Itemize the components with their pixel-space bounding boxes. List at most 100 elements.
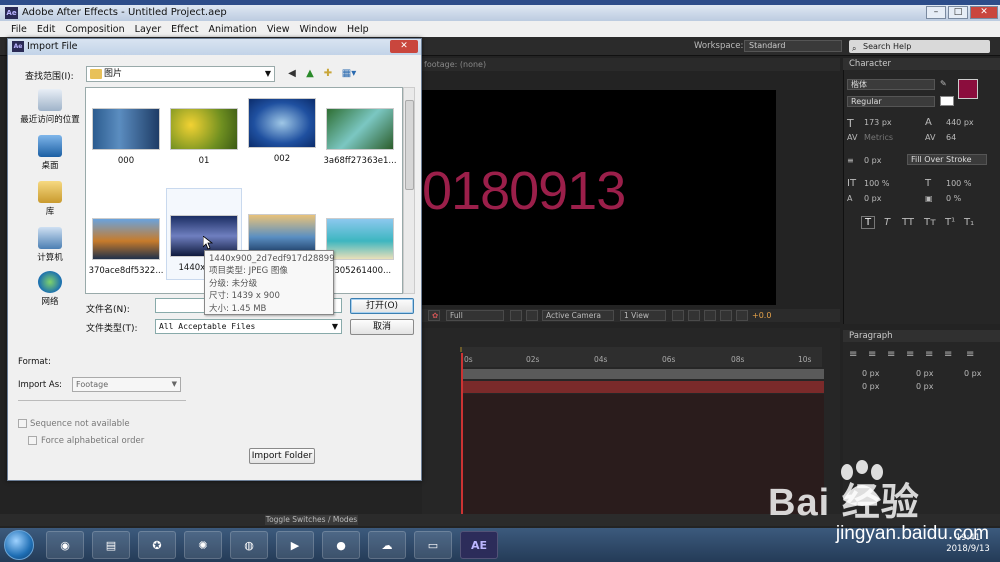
taskbar-wechat-icon[interactable]: ☁ bbox=[368, 531, 406, 559]
start-button[interactable] bbox=[4, 530, 34, 560]
taskbar-record-icon[interactable]: ● bbox=[322, 531, 360, 559]
align-left-icon[interactable]: ≡ bbox=[849, 349, 857, 360]
file-type-select[interactable]: All Acceptable Files ▼ bbox=[155, 319, 342, 334]
horizontal-scale-value[interactable]: 100 % bbox=[946, 179, 971, 188]
maximize-button[interactable]: □ bbox=[948, 6, 968, 19]
file-tile-002[interactable]: 002 bbox=[244, 98, 320, 164]
align-right-icon[interactable]: ≡ bbox=[887, 349, 895, 360]
file-tile-01[interactable]: 01 bbox=[166, 108, 242, 166]
reset-exposure-icon[interactable] bbox=[688, 310, 700, 321]
file-tile-370ace[interactable]: 370ace8df5322... bbox=[88, 218, 164, 276]
taskbar-qq-icon[interactable]: ✪ bbox=[138, 531, 176, 559]
menu-composition[interactable]: Composition bbox=[60, 24, 129, 35]
justify-right-icon[interactable]: ≡ bbox=[944, 349, 952, 360]
justify-left-icon[interactable]: ≡ bbox=[906, 349, 914, 360]
place-desktop[interactable]: 桌面 bbox=[16, 135, 84, 171]
leading-value[interactable]: 440 px bbox=[946, 118, 974, 127]
timeline-track[interactable] bbox=[462, 369, 824, 379]
menu-edit[interactable]: Edit bbox=[32, 24, 60, 35]
scrollbar-thumb[interactable] bbox=[405, 100, 414, 190]
import-as-select[interactable]: Footage ▼ bbox=[72, 377, 181, 392]
search-help-field[interactable]: ⌕ Search Help bbox=[849, 40, 990, 53]
file-tile-3a68ff[interactable]: 3a68ff27363e1... bbox=[322, 108, 398, 166]
menu-view[interactable]: View bbox=[262, 24, 295, 35]
camera-select[interactable]: Active Camera bbox=[542, 310, 614, 321]
menu-window[interactable]: Window bbox=[294, 24, 341, 35]
timeline-ruler[interactable] bbox=[462, 347, 822, 367]
fill-color-swatch[interactable] bbox=[958, 79, 978, 99]
fast-preview-icon[interactable] bbox=[704, 310, 716, 321]
taskbar-explorer-icon[interactable]: ▤ bbox=[92, 531, 130, 559]
baseline-shift-value[interactable]: 0 px bbox=[864, 194, 881, 203]
faux-italic-button[interactable]: T bbox=[884, 217, 890, 228]
tracking-value[interactable]: 64 bbox=[946, 133, 956, 142]
menu-animation[interactable]: Animation bbox=[204, 24, 262, 35]
menu-effect[interactable]: Effect bbox=[166, 24, 203, 35]
superscript-button[interactable]: T¹ bbox=[945, 217, 955, 228]
taskbar-video-editor-icon[interactable]: ▶ bbox=[276, 531, 314, 559]
up-folder-icon[interactable]: ▲ bbox=[303, 67, 317, 81]
indent-right-value[interactable]: 0 px bbox=[916, 369, 933, 378]
white-swatch[interactable] bbox=[940, 96, 954, 106]
timeline-icon[interactable] bbox=[720, 310, 732, 321]
taskbar-firefox-icon[interactable]: ◍ bbox=[230, 531, 268, 559]
align-center-icon[interactable]: ≡ bbox=[868, 349, 876, 360]
timeline-layer-bar[interactable] bbox=[462, 381, 824, 393]
file-list-scrollbar[interactable] bbox=[403, 87, 415, 294]
color-icon[interactable]: ✿ bbox=[428, 310, 440, 321]
view-menu-icon[interactable]: ▦▾ bbox=[339, 67, 359, 81]
taskbar-browser360-icon[interactable]: ◉ bbox=[46, 531, 84, 559]
indent-first-value[interactable]: 0 px bbox=[964, 369, 981, 378]
composition-viewer[interactable]: 0180913 bbox=[422, 90, 776, 305]
view-layout-select[interactable]: 1 View bbox=[620, 310, 666, 321]
workspace-select[interactable]: Standard bbox=[744, 40, 842, 52]
subscript-button[interactable]: T₁ bbox=[964, 217, 974, 228]
eyedropper-icon[interactable]: ✎ bbox=[940, 79, 947, 88]
dialog-close-button[interactable]: ✕ bbox=[390, 40, 418, 53]
open-button[interactable]: 打开(O) bbox=[350, 298, 414, 314]
space-before-value[interactable]: 0 px bbox=[862, 382, 879, 391]
menu-file[interactable]: File bbox=[6, 24, 32, 35]
kerning-value[interactable]: Metrics bbox=[864, 133, 893, 142]
file-tile-000[interactable]: 000 bbox=[88, 108, 164, 166]
place-network[interactable]: 网络 bbox=[16, 271, 84, 307]
toggle-switches-modes-button[interactable]: Toggle Switches / Modes bbox=[265, 515, 358, 525]
justify-center-icon[interactable]: ≡ bbox=[925, 349, 933, 360]
menu-help[interactable]: Help bbox=[342, 24, 374, 35]
toggle-pixel-icon[interactable] bbox=[672, 310, 684, 321]
back-icon[interactable]: ◀ bbox=[285, 67, 299, 81]
flowchart-icon[interactable] bbox=[736, 310, 748, 321]
region-icon[interactable] bbox=[510, 310, 522, 321]
cancel-button[interactable]: 取消 bbox=[350, 319, 414, 335]
minimize-button[interactable]: – bbox=[926, 6, 946, 19]
tsume-value[interactable]: 0 % bbox=[946, 194, 961, 203]
vertical-scale-value[interactable]: 100 % bbox=[864, 179, 889, 188]
all-caps-button[interactable]: TT bbox=[902, 217, 914, 228]
taskbar-after-effects-button[interactable]: AE bbox=[460, 531, 498, 559]
stroke-mode-select[interactable]: Fill Over Stroke bbox=[907, 154, 987, 165]
menu-layer[interactable]: Layer bbox=[130, 24, 167, 35]
small-caps-button[interactable]: Tт bbox=[924, 217, 936, 228]
faux-bold-button[interactable]: T bbox=[861, 216, 875, 229]
stroke-width-value[interactable]: 0 px bbox=[864, 156, 881, 165]
place-computer[interactable]: 计算机 bbox=[16, 227, 84, 263]
justify-all-icon[interactable]: ≡ bbox=[966, 349, 974, 360]
place-library[interactable]: 库 bbox=[16, 181, 84, 217]
font-family-select[interactable]: 楷体 bbox=[847, 79, 935, 90]
sequence-checkbox[interactable] bbox=[18, 419, 27, 428]
space-after-value[interactable]: 0 px bbox=[916, 382, 933, 391]
font-size-value[interactable]: 173 px bbox=[864, 118, 892, 127]
resolution-select[interactable]: Full bbox=[446, 310, 504, 321]
taskbar-notepad-icon[interactable]: ▭ bbox=[414, 531, 452, 559]
close-button[interactable]: ✕ bbox=[970, 6, 998, 19]
force-alphabetical-checkbox[interactable] bbox=[28, 436, 37, 445]
new-folder-icon[interactable]: ✚ bbox=[321, 67, 335, 81]
import-folder-button[interactable]: Import Folder bbox=[249, 448, 315, 464]
indent-left-value[interactable]: 0 px bbox=[862, 369, 879, 378]
look-in-select[interactable]: 图片 ▼ bbox=[86, 66, 275, 82]
composition-tab[interactable]: footage: (none) bbox=[422, 58, 840, 71]
font-style-select[interactable]: Regular bbox=[847, 96, 935, 107]
place-recent[interactable]: 最近访问的位置 bbox=[16, 89, 84, 125]
taskbar-media-icon[interactable]: ✺ bbox=[184, 531, 222, 559]
transparency-grid-icon[interactable] bbox=[526, 310, 538, 321]
